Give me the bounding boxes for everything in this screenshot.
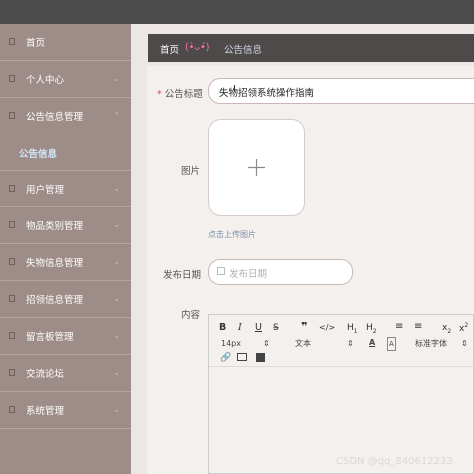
sidebar-item-forum[interactable]: 交流论坛 ⌄ (0, 355, 131, 392)
breadcrumb: 首页 (•̀ᴗ•́) 公告信息 (148, 34, 474, 62)
date-placeholder: 发布日期 (229, 269, 268, 280)
link-icon[interactable]: 🔗 (220, 352, 231, 364)
breadcrumb-current: 公告信息 (224, 45, 263, 56)
chevron-down-icon: ⌄ (113, 257, 120, 266)
chevron-down-icon: ⌄ (113, 405, 120, 414)
text-cursor-icon: I (233, 84, 236, 95)
upload-hint: 点击上传图片 (208, 230, 256, 239)
sidebar: 首页 个人中心 ⌄ 公告信息管理 ⌃ 公告信息 用户管理 ⌄ 物品类别管理 ⌄ … (0, 24, 131, 474)
sidebar-item-lost[interactable]: 失物信息管理 ⌄ (0, 244, 131, 281)
editor-toolbar: B I U S̶ ❞ </> H1 H2 ≡ ≡ x2 x2 14px ⇕ 文本… (209, 315, 474, 367)
sidebar-item-home[interactable]: 首页 (0, 24, 131, 61)
chevron-down-icon: ⌄ (113, 331, 120, 340)
sidebar-item-category[interactable]: 物品类别管理 ⌄ (0, 207, 131, 244)
strikethrough-icon[interactable]: S̶ (273, 322, 279, 334)
forum-icon (9, 369, 15, 376)
superscript-icon[interactable]: x2 (459, 320, 468, 335)
sidebar-item-profile[interactable]: 个人中心 ⌄ (0, 61, 131, 98)
italic-icon[interactable]: I (238, 322, 242, 334)
font-size-select[interactable]: 14px (221, 338, 241, 350)
text-style-select[interactable]: 文本 (295, 338, 311, 350)
chevron-down-icon: ⌄ (113, 368, 120, 377)
background-color-icon[interactable]: A (387, 337, 396, 351)
chevron-down-icon: ⌄ (113, 220, 120, 229)
font-color-icon[interactable]: A (369, 337, 375, 349)
subscript-icon[interactable]: x2 (442, 322, 451, 338)
video-icon[interactable] (256, 353, 265, 362)
message-icon (9, 332, 15, 339)
ordered-list-icon[interactable]: ≡ (395, 321, 403, 333)
users-icon (9, 185, 15, 192)
bullet-list-icon[interactable]: ≡ (414, 321, 422, 333)
quote-icon[interactable]: ❞ (301, 321, 307, 333)
rich-text-editor: B I U S̶ ❞ </> H1 H2 ≡ ≡ x2 x2 14px ⇕ 文本… (208, 314, 474, 474)
notice-icon (9, 112, 15, 119)
image-upload[interactable] (208, 119, 305, 216)
user-icon (9, 75, 15, 82)
chevron-updown-icon: ⇕ (263, 339, 270, 348)
home-icon (9, 38, 15, 45)
sidebar-item-system[interactable]: 系统管理 ⌄ (0, 392, 131, 429)
chevron-down-icon: ⌄ (113, 294, 120, 303)
sidebar-item-message[interactable]: 留言板管理 ⌄ (0, 318, 131, 355)
chevron-down-icon: ⌄ (113, 184, 120, 193)
heading1-icon[interactable]: H1 (347, 322, 358, 338)
calendar-icon (217, 267, 225, 275)
bold-icon[interactable]: B (219, 322, 226, 334)
chevron-updown-icon: ⇕ (347, 339, 354, 348)
top-bar (0, 0, 474, 24)
underline-icon[interactable]: U (255, 322, 262, 334)
title-label: * 公告标题 (157, 89, 203, 100)
date-input[interactable]: 发布日期 (208, 259, 353, 285)
sidebar-item-found[interactable]: 招领信息管理 ⌄ (0, 281, 131, 318)
category-icon (9, 221, 15, 228)
found-icon (9, 295, 15, 302)
code-icon[interactable]: </> (319, 322, 335, 334)
image-icon[interactable] (237, 353, 247, 361)
image-label: 图片 (181, 166, 201, 177)
plus-icon (248, 159, 265, 176)
content-label: 内容 (181, 310, 201, 321)
chevron-up-icon: ⌃ (113, 111, 120, 120)
date-label: 发布日期 (163, 270, 202, 281)
sidebar-item-users[interactable]: 用户管理 ⌄ (0, 170, 131, 207)
chevron-down-icon: ⌄ (113, 74, 120, 83)
heading2-icon[interactable]: H2 (366, 322, 377, 338)
breadcrumb-emoticon: (•̀ᴗ•́) (185, 42, 210, 53)
font-family-select[interactable]: 标准字体 (415, 338, 447, 350)
watermark: CSDN @qq_840612233 (336, 456, 453, 467)
sidebar-subitem-notice[interactable]: 公告信息 (19, 146, 57, 160)
settings-icon (9, 406, 15, 413)
sidebar-item-notice-management[interactable]: 公告信息管理 ⌃ (0, 98, 131, 134)
chevron-updown-icon: ⇕ (461, 339, 468, 348)
breadcrumb-home[interactable]: 首页 (160, 42, 179, 56)
title-input[interactable]: 失物招领系统操作指南 I (208, 78, 474, 104)
lost-icon (9, 258, 15, 265)
